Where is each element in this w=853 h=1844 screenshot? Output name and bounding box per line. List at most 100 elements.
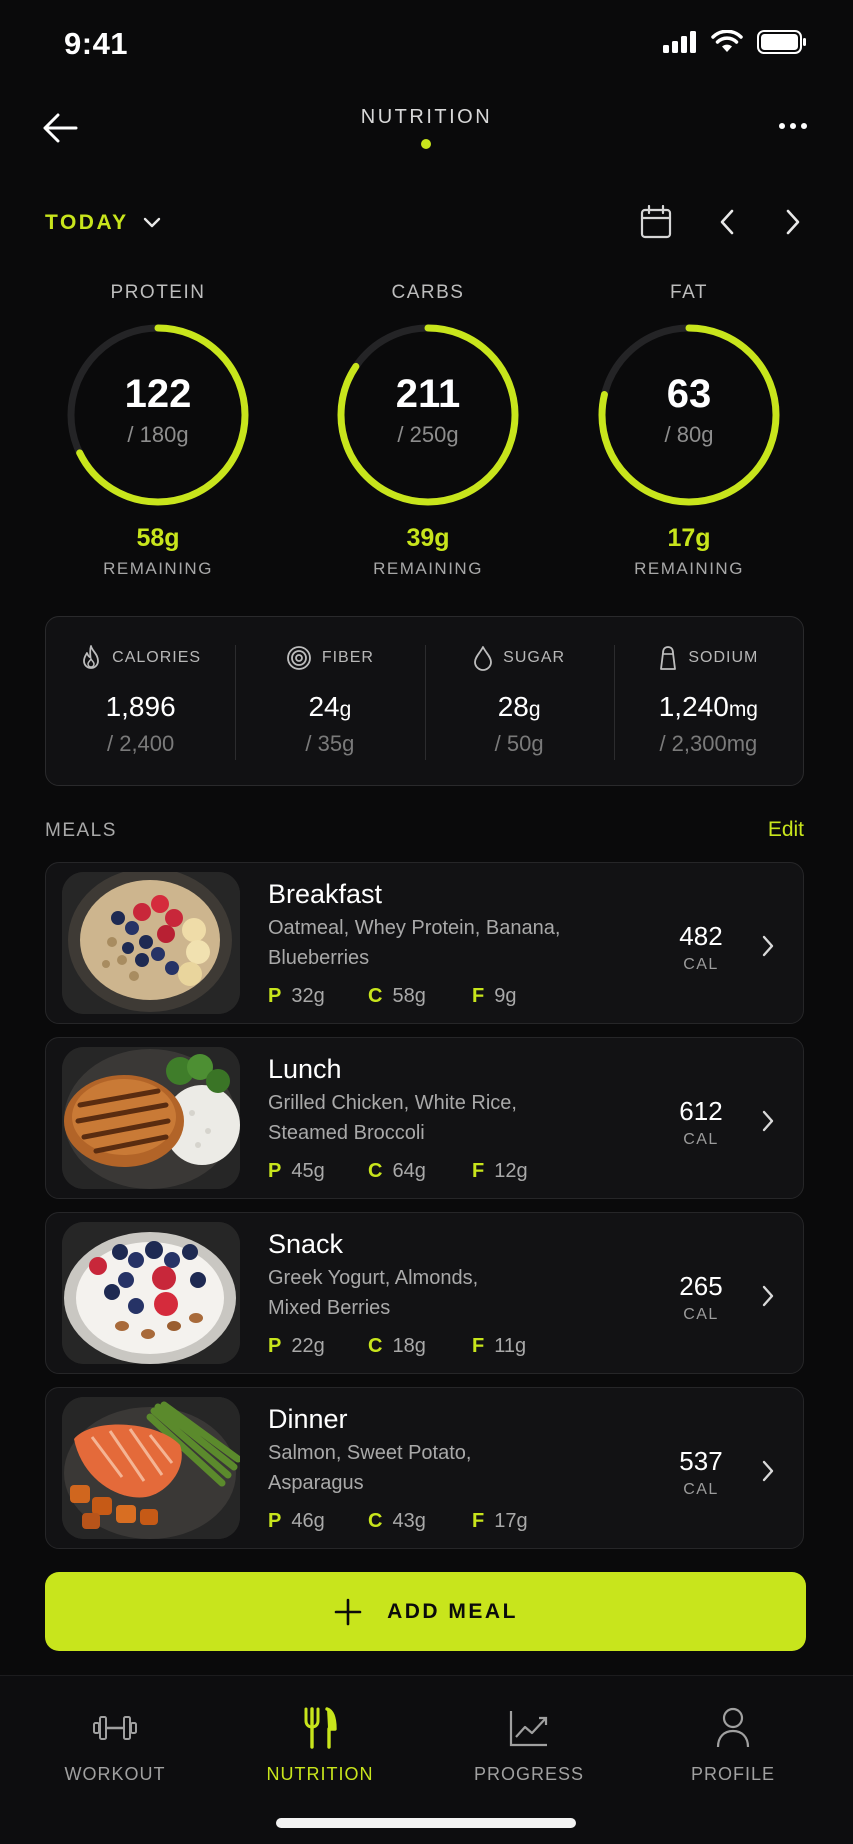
meal-carbs: 18g [392, 1335, 426, 1357]
macro-fat[interactable]: FAT 63 / 80g 17g REMAINING [579, 282, 799, 579]
meal-calories-unit: CAL [683, 1131, 719, 1148]
meal-calories-value: 612 [679, 1096, 723, 1126]
stat-goal: / 35g [305, 731, 355, 756]
flame-icon [83, 645, 100, 669]
tab-progress[interactable]: PROGRESS [449, 1700, 609, 1785]
stat-value: 24 [308, 691, 340, 722]
stat-goal: / 2,400 [106, 731, 175, 756]
more-options-button[interactable] [779, 123, 807, 129]
plus-icon [334, 1598, 362, 1625]
meal-ingredients-line: Mixed Berries [268, 1297, 391, 1319]
edit-meals-button[interactable]: Edit [768, 818, 804, 842]
meal-calories: 612 CAL [646, 1096, 756, 1149]
stat-label: FIBER [321, 649, 374, 666]
meal-name: Snack [268, 1229, 344, 1259]
battery-icon [757, 30, 806, 54]
macro-consumed: 63 [666, 372, 712, 416]
meal-ingredients-line: Asparagus [268, 1472, 364, 1494]
stat-sodium: SODIUM 1,240mg / 2,300mg [613, 617, 803, 785]
date-label: TODAY [45, 211, 129, 234]
meal-calories-value: 537 [679, 1446, 723, 1476]
add-meal-button[interactable]: ADD MEAL [45, 1572, 806, 1651]
protein-letter: P [268, 985, 282, 1007]
macro-remaining-value: 39g [406, 524, 450, 552]
title-indicator-dot [421, 139, 431, 149]
tab-label: WORKOUT [64, 1764, 166, 1784]
calendar-icon [640, 204, 672, 239]
macro-goal: / 80g [664, 422, 714, 447]
protein-letter: P [268, 1335, 282, 1357]
stat-fiber: FIBER 24g / 35g [235, 617, 424, 785]
macro-remaining-value: 17g [667, 524, 711, 552]
meal-calories-value: 482 [679, 921, 723, 951]
macro-label: CARBS [391, 282, 465, 303]
meal-carbs: 58g [392, 985, 426, 1007]
macro-goal: / 250g [397, 422, 459, 447]
stat-label: SUGAR [503, 649, 566, 666]
home-indicator [276, 1818, 576, 1828]
meal-fat: 12g [494, 1160, 528, 1182]
tab-nutrition[interactable]: NUTRITION [240, 1700, 400, 1785]
meal-ingredients-line: Salmon, Sweet Potato, [268, 1442, 472, 1464]
meal-ingredients-line: Oatmeal, Whey Protein, Banana, [268, 917, 561, 939]
macro-protein[interactable]: PROTEIN 122 / 180g 58g REMAINING [48, 282, 268, 579]
meal-name: Dinner [268, 1404, 348, 1434]
meal-calories: 482 CAL [646, 921, 756, 974]
stat-calories: CALORIES 1,896 / 2,400 [46, 617, 235, 785]
status-icons [663, 30, 807, 54]
meal-ingredients-line: Greek Yogurt, Almonds, [268, 1267, 479, 1289]
chevron-left-icon [720, 209, 734, 235]
dumbbell-icon [93, 1716, 137, 1740]
meal-card-dinner[interactable]: Dinner Salmon, Sweet Potato, Asparagus P… [45, 1387, 804, 1549]
fork-knife-icon [304, 1707, 337, 1749]
meal-calories: 265 CAL [646, 1271, 756, 1324]
meal-macros: P 22g C 18g F 11g [268, 1335, 572, 1358]
meal-calories-unit: CAL [683, 956, 719, 973]
meal-name: Breakfast [268, 879, 383, 909]
macro-remaining-label: REMAINING [634, 559, 744, 578]
meal-calories-value: 265 [679, 1271, 723, 1301]
macro-ring: 122 / 180g [63, 320, 253, 510]
stat-unit: mg [728, 698, 758, 721]
meal-card-snack[interactable]: Snack Greek Yogurt, Almonds, Mixed Berri… [45, 1212, 804, 1374]
more-dot [790, 123, 796, 129]
meal-protein: 45g [291, 1160, 325, 1182]
tab-label: NUTRITION [266, 1764, 374, 1784]
stat-value: 28 [497, 691, 529, 722]
stat-value: 1,896 [105, 691, 176, 722]
meal-protein: 22g [291, 1335, 325, 1357]
meal-card-breakfast[interactable]: Breakfast Oatmeal, Whey Protein, Banana,… [45, 862, 804, 1024]
meal-ingredients-line: Steamed Broccoli [268, 1122, 425, 1144]
tab-workout[interactable]: WORKOUT [35, 1700, 195, 1785]
status-time: 9:41 [64, 26, 129, 61]
meal-photo [62, 1397, 240, 1539]
meal-ingredients: Grilled Chicken, White Rice, Steamed Bro… [268, 1088, 598, 1148]
macro-remaining-value: 58g [136, 524, 180, 552]
tab-label: PROFILE [690, 1764, 776, 1784]
meal-macros: P 45g C 64g F 12g [268, 1160, 572, 1183]
calendar-button[interactable] [640, 204, 672, 244]
stat-unit: g [528, 698, 541, 721]
drop-icon [474, 646, 493, 671]
signal-icon [663, 31, 696, 53]
next-day-button[interactable] [780, 208, 804, 241]
stat-sugar: SUGAR 28g / 50g [424, 617, 614, 785]
carbs-letter: C [368, 1160, 383, 1182]
fat-letter: F [472, 1335, 485, 1357]
meal-macros: P 46g C 43g F 17g [268, 1510, 572, 1533]
date-selector[interactable]: TODAY [45, 211, 161, 235]
chevron-right-icon [762, 1460, 774, 1482]
protein-letter: P [268, 1510, 282, 1532]
tab-label: PROGRESS [473, 1764, 585, 1784]
macro-carbs[interactable]: CARBS 211 / 250g 39g REMAINING [318, 282, 538, 579]
meal-protein: 46g [291, 1510, 325, 1532]
meal-card-lunch[interactable]: Lunch Grilled Chicken, White Rice, Steam… [45, 1037, 804, 1199]
tab-profile[interactable]: PROFILE [653, 1700, 813, 1785]
fat-letter: F [472, 1510, 485, 1532]
meal-photo [62, 872, 240, 1014]
meal-fat: 11g [494, 1335, 527, 1357]
carbs-letter: C [368, 1510, 383, 1532]
previous-day-button[interactable] [716, 208, 740, 241]
target-icon [286, 646, 311, 670]
person-icon [716, 1707, 750, 1748]
